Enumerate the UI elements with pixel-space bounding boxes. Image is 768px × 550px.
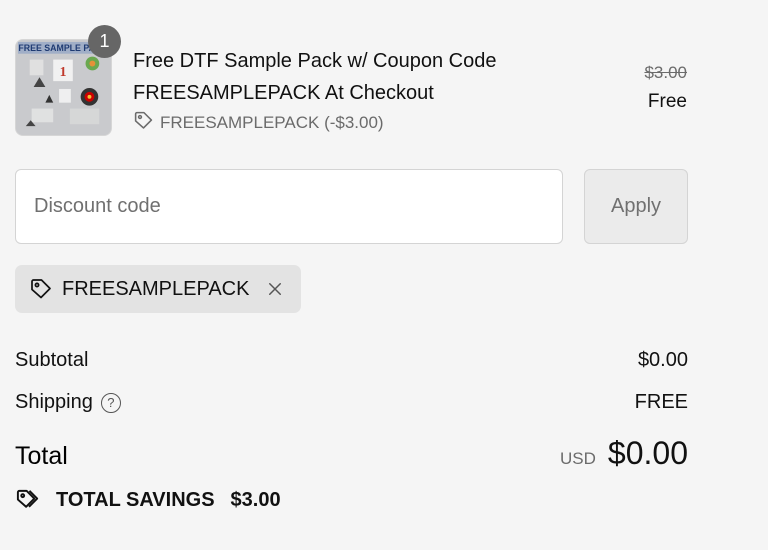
- savings-value: $3.00: [230, 489, 281, 511]
- currency-code: USD: [560, 449, 596, 468]
- product-thumbnail-wrapper: FREE SAMPLE PACK 1 1: [15, 25, 121, 136]
- shipping-row: Shipping ? FREE: [15, 391, 688, 414]
- quantity-badge: 1: [88, 25, 121, 58]
- discount-code-input[interactable]: [15, 169, 563, 244]
- applied-discount-chip: FREESAMPLEPACK: [15, 265, 302, 313]
- subtotal-row: Subtotal $0.00: [15, 349, 688, 372]
- tags-icon: [15, 487, 42, 514]
- subtotal-label: Subtotal: [15, 349, 89, 371]
- applied-discount-code: FREESAMPLEPACK: [62, 277, 250, 300]
- apply-button[interactable]: Apply: [584, 169, 688, 244]
- product-title: Free DTF Sample Pack w/ Coupon Code FREE…: [133, 50, 497, 104]
- total-savings: TOTAL SAVINGS $3.00: [15, 487, 281, 514]
- total-amount-group: USD $0.00: [560, 435, 688, 472]
- shipping-label: Shipping: [15, 391, 93, 413]
- help-circle-icon[interactable]: ?: [100, 392, 121, 413]
- original-price: $3.00: [644, 63, 687, 82]
- order-summary: FREE SAMPLE PACK 1 1 Free DTF Sample Pac…: [0, 0, 768, 550]
- total-row: Total USD $0.00: [15, 435, 688, 472]
- svg-text:1: 1: [60, 64, 67, 79]
- tag-icon: [133, 110, 154, 136]
- shipping-label-group: Shipping ?: [15, 391, 121, 414]
- product-discount-line: FREESAMPLEPACK (-$3.00): [133, 110, 384, 136]
- savings-label: TOTAL SAVINGS: [56, 489, 215, 511]
- tag-icon: [29, 277, 53, 301]
- shipping-value: FREE: [634, 391, 688, 413]
- close-icon[interactable]: [264, 278, 286, 300]
- subtotal-value: $0.00: [637, 349, 688, 371]
- total-label: Total: [15, 442, 68, 470]
- final-price: Free: [647, 91, 687, 112]
- total-value: $0.00: [607, 435, 688, 471]
- product-discount-text: FREESAMPLEPACK (-$3.00): [160, 113, 384, 132]
